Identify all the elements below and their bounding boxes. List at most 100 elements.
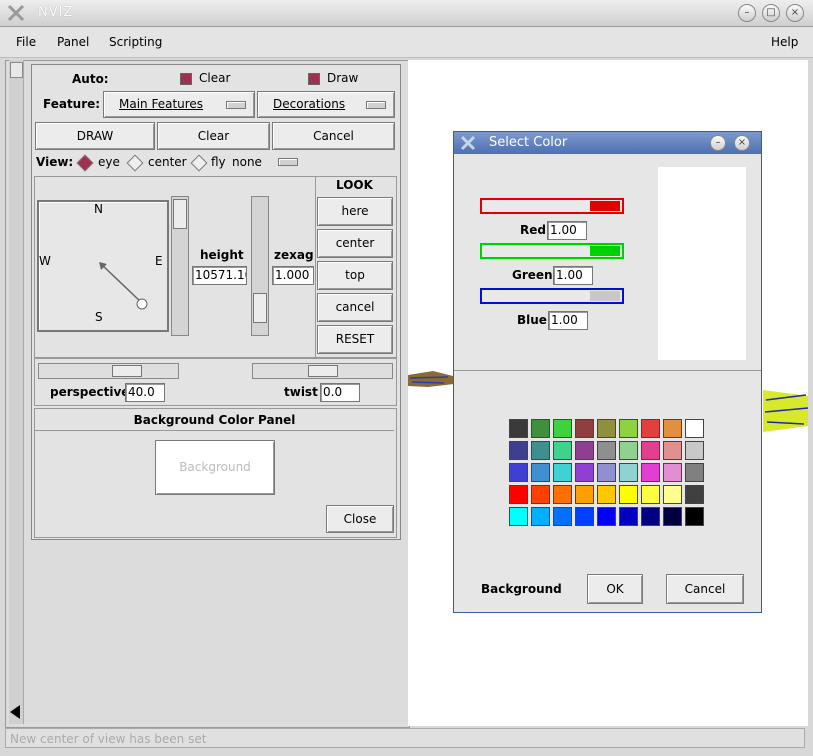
- color-swatch[interactable]: [597, 419, 616, 438]
- scroll-left-arrow-icon[interactable]: [10, 705, 20, 719]
- reset-button[interactable]: RESET: [317, 325, 393, 354]
- color-swatch[interactable]: [531, 485, 550, 504]
- color-swatch[interactable]: [509, 419, 528, 438]
- zexag-slider[interactable]: [251, 196, 269, 336]
- blue-slider-thumb[interactable]: [590, 291, 620, 301]
- color-swatch[interactable]: [531, 507, 550, 526]
- blue-slider[interactable]: [480, 288, 624, 304]
- look-here-button[interactable]: here: [317, 197, 393, 226]
- position-compass[interactable]: N E S W: [37, 200, 169, 332]
- zexag-slider-thumb[interactable]: [253, 293, 267, 323]
- draw-button[interactable]: DRAW: [35, 122, 155, 150]
- minimize-icon[interactable]: –: [738, 4, 756, 22]
- draw-checkbox[interactable]: [308, 73, 320, 85]
- height-slider[interactable]: [171, 196, 189, 336]
- view-label: View:: [36, 155, 74, 169]
- color-swatch[interactable]: [575, 507, 594, 526]
- color-swatch[interactable]: [597, 507, 616, 526]
- color-swatch[interactable]: [531, 419, 550, 438]
- close-button[interactable]: Close: [326, 505, 394, 533]
- perspective-slider-thumb[interactable]: [112, 365, 142, 377]
- color-swatch[interactable]: [619, 419, 638, 438]
- height-slider-thumb[interactable]: [173, 199, 187, 229]
- clear-checkbox[interactable]: [180, 73, 192, 85]
- twist-slider[interactable]: [252, 363, 393, 379]
- close-icon[interactable]: ×: [786, 4, 804, 22]
- color-swatch[interactable]: [663, 507, 682, 526]
- color-swatch[interactable]: [685, 463, 704, 482]
- fly-mode-menubutton[interactable]: [278, 158, 298, 166]
- title-bar: NVIZ – □ ×: [0, 0, 813, 27]
- color-swatch[interactable]: [619, 485, 638, 504]
- perspective-input[interactable]: 40.0: [125, 383, 165, 402]
- color-swatch[interactable]: [685, 441, 704, 460]
- perspective-slider[interactable]: [38, 363, 179, 379]
- color-swatch[interactable]: [663, 485, 682, 504]
- twist-slider-thumb[interactable]: [308, 365, 338, 377]
- cancel-button[interactable]: Cancel: [272, 122, 395, 150]
- panel-scrollbar[interactable]: [9, 60, 24, 724]
- red-slider[interactable]: [480, 198, 624, 214]
- dialog-minimize-icon[interactable]: –: [710, 135, 726, 151]
- color-swatch[interactable]: [553, 507, 572, 526]
- background-color-button[interactable]: Background: [155, 440, 275, 495]
- color-swatch[interactable]: [597, 485, 616, 504]
- menu-scripting[interactable]: Scripting: [109, 35, 162, 49]
- height-input[interactable]: 10571.10: [192, 266, 247, 285]
- twist-input[interactable]: 0.0: [320, 383, 360, 402]
- color-swatch[interactable]: [663, 441, 682, 460]
- color-swatch[interactable]: [553, 419, 572, 438]
- color-swatch[interactable]: [531, 463, 550, 482]
- decorations-menubutton[interactable]: Decorations: [257, 91, 395, 118]
- color-swatch[interactable]: [685, 507, 704, 526]
- color-swatch[interactable]: [619, 463, 638, 482]
- color-swatch[interactable]: [531, 441, 550, 460]
- color-swatch[interactable]: [509, 441, 528, 460]
- menu-file[interactable]: File: [16, 35, 36, 49]
- red-input[interactable]: 1.00: [547, 221, 587, 240]
- color-swatch[interactable]: [509, 485, 528, 504]
- color-swatch[interactable]: [575, 485, 594, 504]
- color-swatch[interactable]: [663, 419, 682, 438]
- maximize-icon[interactable]: □: [762, 4, 780, 22]
- color-swatch[interactable]: [685, 419, 704, 438]
- color-swatch[interactable]: [641, 463, 660, 482]
- green-slider[interactable]: [480, 243, 624, 259]
- clear-button[interactable]: Clear: [157, 122, 270, 150]
- scroll-up-arrow-icon[interactable]: [10, 62, 23, 78]
- color-swatch[interactable]: [553, 463, 572, 482]
- dialog-close-icon[interactable]: ×: [734, 135, 750, 151]
- green-input[interactable]: 1.00: [553, 266, 593, 285]
- red-slider-thumb[interactable]: [590, 201, 620, 211]
- select-color-dialog: Select Color – × Red 1.00 Green 1.00 Blu…: [453, 131, 762, 613]
- color-swatch[interactable]: [597, 441, 616, 460]
- color-swatch[interactable]: [509, 463, 528, 482]
- main-features-menubutton[interactable]: Main Features: [103, 91, 255, 118]
- color-swatch[interactable]: [575, 463, 594, 482]
- look-top-button[interactable]: top: [317, 261, 393, 290]
- look-center-button[interactable]: center: [317, 229, 393, 258]
- zexag-input[interactable]: 1.000: [272, 266, 314, 285]
- color-swatch[interactable]: [553, 485, 572, 504]
- color-swatch[interactable]: [575, 441, 594, 460]
- dialog-title: Select Color: [489, 135, 568, 150]
- blue-input[interactable]: 1.00: [548, 311, 588, 330]
- look-cancel-button[interactable]: cancel: [317, 293, 393, 322]
- color-swatch[interactable]: [641, 441, 660, 460]
- color-swatch[interactable]: [619, 507, 638, 526]
- menu-panel[interactable]: Panel: [57, 35, 89, 49]
- menu-help[interactable]: Help: [771, 35, 798, 49]
- color-swatch[interactable]: [663, 463, 682, 482]
- color-swatch[interactable]: [641, 419, 660, 438]
- color-swatch[interactable]: [553, 441, 572, 460]
- color-swatch[interactable]: [619, 441, 638, 460]
- color-swatch[interactable]: [597, 463, 616, 482]
- color-swatch[interactable]: [685, 485, 704, 504]
- ok-button[interactable]: OK: [587, 574, 643, 604]
- color-swatch[interactable]: [641, 485, 660, 504]
- color-swatch[interactable]: [509, 507, 528, 526]
- color-swatch[interactable]: [641, 507, 660, 526]
- color-swatch[interactable]: [575, 419, 594, 438]
- dialog-cancel-button[interactable]: Cancel: [666, 574, 744, 604]
- green-slider-thumb[interactable]: [590, 246, 620, 256]
